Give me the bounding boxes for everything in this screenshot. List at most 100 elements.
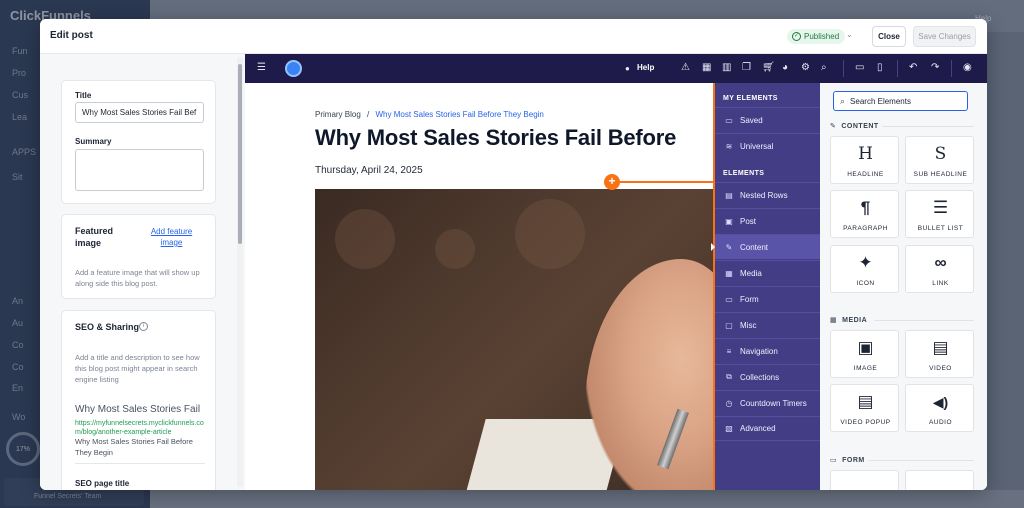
section-label: MEDIA [842,316,868,324]
element-video[interactable]: ▤ VIDEO [905,330,974,378]
tile-label: ICON [856,280,875,287]
element-form-item[interactable] [905,470,974,490]
cart-icon[interactable]: 🛒︎ [762,62,775,74]
hamburger-menu-icon[interactable]: ☰ [257,62,266,74]
tile-label: IMAGE [853,365,878,372]
undo-icon[interactable]: ↶ [909,62,917,74]
breadcrumb: Primary Blog / Why Most Sales Stories Fa… [315,110,544,119]
divider [75,463,205,464]
element-image[interactable]: ▣ IMAGE [830,330,899,378]
left-panel-scroll-thumb[interactable] [238,64,242,244]
category-collections[interactable]: ⧉ Collections [715,364,820,389]
featured-image-label: Featured image [75,226,114,248]
post-title[interactable]: Why Most Sales Stories Fail Before [315,125,676,151]
element-audio[interactable]: ◀) AUDIO [905,384,974,432]
form-section-heading: ▭ FORM [830,456,865,465]
category-label: Countdown Timers [740,398,807,408]
element-sub-headline[interactable]: S SUB HEADLINE [905,136,974,184]
help-circle-icon[interactable]: ● [625,63,630,75]
category-label: Media [740,268,762,278]
element-icon[interactable]: ✦ ICON [830,245,899,293]
element-paragraph[interactable]: ¶ PARAGRAPH [830,190,899,238]
element-link[interactable]: ∞ LINK [905,245,974,293]
elements-panel: ⌕ Search Elements ✎ CONTENT H HEADLINE S… [820,83,987,490]
category-label: Saved [740,115,763,125]
breadcrumb-current[interactable]: Why Most Sales Stories Fail Before They … [376,110,544,119]
section-label: FORM [842,456,865,464]
section-label: CONTENT [841,122,879,130]
summary-textarea[interactable] [75,149,204,191]
warning-icon[interactable]: ⚠ [681,62,690,74]
post-icon: ▣ [725,216,733,226]
settings-gear-icon[interactable]: ⚙ [801,62,810,74]
tile-label: SUB HEADLINE [913,171,968,178]
section-divider [874,320,974,321]
featured-hero-image[interactable] [315,189,713,490]
save-changes-button[interactable]: Save Changes [913,26,976,47]
desktop-view-icon[interactable]: ▭ [855,62,864,74]
editor-toolbar: ☰ ● Help ⚠ ▦ ▥ ❐ 🛒︎ ◕ ⚙ ⌕ ▭ ▯ ↶ ↷ ◉ [245,54,987,83]
layout-icon[interactable]: ▦ [702,62,711,74]
element-bullet-list[interactable]: ☰ BULLET LIST [905,190,974,238]
pen-icon: ✎ [725,242,733,252]
category-navigation[interactable]: ≡ Navigation [715,338,820,363]
element-video-popup[interactable]: ▤ VIDEO POPUP [830,384,899,432]
info-icon[interactable]: i [139,322,148,331]
search-elements-input[interactable]: ⌕ Search Elements [833,91,968,111]
copy-icon[interactable]: ❐ [742,62,751,74]
category-nested-rows[interactable]: ▤ Nested Rows [715,182,820,207]
preview-eye-icon[interactable]: ◉ [963,62,972,74]
mobile-view-icon[interactable]: ▯ [877,62,883,74]
category-advanced[interactable]: ▧ Advanced [715,416,820,441]
rows-icon: ▤ [725,190,733,200]
category-saved[interactable]: ▭ Saved [715,107,820,132]
media-section-heading: ▦ MEDIA [830,316,868,325]
close-button[interactable]: Close [872,26,906,47]
modal-title: Edit post [50,30,93,41]
bokeh-light [515,199,585,269]
category-form[interactable]: ▭ Form [715,286,820,311]
palette-icon[interactable]: ◕ [782,62,788,74]
element-headline[interactable]: H HEADLINE [830,136,899,184]
editor-canvas[interactable]: Primary Blog / Why Most Sales Stories Fa… [245,83,713,490]
featured-image-help: Add a feature image that will show up al… [75,268,200,288]
status-badge[interactable]: ✓ Published [787,29,846,44]
tile-label: BULLET LIST [917,225,964,232]
sections-icon[interactable]: ▥ [722,62,731,74]
redo-icon[interactable]: ↷ [931,62,939,74]
category-label: Navigation [740,346,778,356]
tile-label: VIDEO [929,365,952,372]
my-elements-heading: MY ELEMENTS [723,95,778,102]
insert-guide-line [620,181,713,183]
add-element-button[interactable]: + [604,174,620,190]
category-label: Collections [740,372,780,382]
category-media[interactable]: ▦ Media [715,260,820,285]
category-misc[interactable]: ▢ Misc [715,312,820,337]
chevron-down-icon[interactable]: ⌄ [846,30,853,39]
add-feature-image-link[interactable]: Add feature image [144,226,199,248]
breadcrumb-root[interactable]: Primary Blog [315,110,361,119]
category-countdown-timers[interactable]: ◷ Countdown Timers [715,390,820,415]
elements-heading: ELEMENTS [723,170,765,177]
search-icon[interactable]: ⌕ [821,62,827,74]
category-label: Post [740,216,757,226]
paragraph-icon: ¶ [860,198,871,217]
funnel-logo-icon[interactable] [285,60,302,77]
sub-headline-icon: S [934,144,947,164]
help-button[interactable]: Help [637,63,654,72]
section-divider [868,460,974,461]
link-icon: ∞ [934,253,947,272]
post-date[interactable]: Thursday, April 24, 2025 [315,165,423,176]
category-content[interactable]: ✎ Content [711,234,820,259]
bookmark-icon: ▭ [725,115,733,125]
category-universal[interactable]: ≋ Universal [715,133,820,158]
category-post[interactable]: ▣ Post [715,208,820,233]
active-indicator [711,243,715,251]
pen-icon: ✎ [830,123,837,130]
edit-post-modal: Edit post ✓ Published ⌄ Close Save Chang… [40,19,987,490]
element-form-item[interactable] [830,470,899,490]
toolbar-divider [897,60,898,77]
title-input[interactable]: Why Most Sales Stories Fail Bef [75,102,204,123]
media-icon: ▦ [725,268,733,278]
icon-icon: ✦ [858,253,873,272]
